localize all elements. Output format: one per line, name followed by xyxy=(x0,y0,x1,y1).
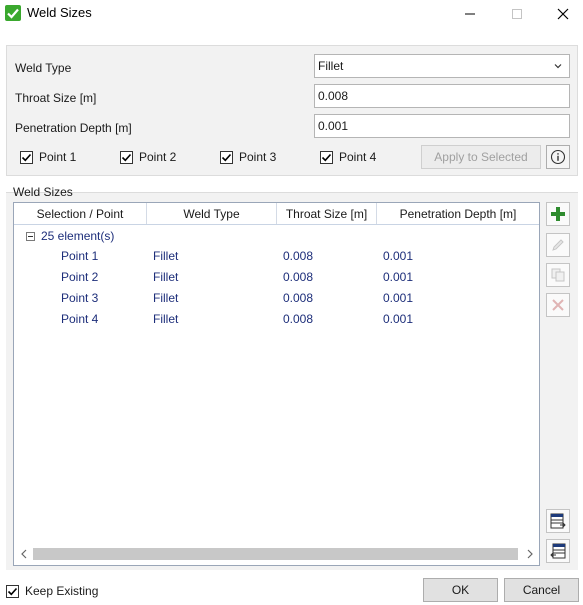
point-4-checkbox[interactable]: Point 4 xyxy=(320,150,376,164)
copy-icon xyxy=(551,268,565,282)
point-2-label: Point 2 xyxy=(139,150,177,164)
throat-size-label: Throat Size [m] xyxy=(15,91,97,105)
plus-icon xyxy=(551,207,565,221)
row-point: Point 2 xyxy=(61,270,99,284)
maximize-button xyxy=(494,0,540,27)
pencil-icon xyxy=(552,239,564,251)
cancel-button[interactable]: Cancel xyxy=(504,578,579,602)
point-4-label: Point 4 xyxy=(339,150,377,164)
horizontal-scrollbar[interactable] xyxy=(15,545,538,563)
import-button[interactable] xyxy=(546,509,570,533)
delete-icon xyxy=(552,299,564,311)
throat-size-input[interactable]: 0.008 xyxy=(314,84,570,108)
point-3-checkbox[interactable]: Point 3 xyxy=(220,150,276,164)
column-header-selection[interactable]: Selection / Point xyxy=(14,203,147,224)
weld-type-value: Fillet xyxy=(318,59,344,73)
column-header-weld-type[interactable]: Weld Type xyxy=(147,203,277,224)
weld-sizes-group-title: Weld Sizes xyxy=(13,185,73,199)
scrollbar-thumb[interactable] xyxy=(33,548,518,560)
row-penetration-depth: 0.001 xyxy=(383,249,414,263)
add-button[interactable] xyxy=(546,202,570,226)
close-button[interactable] xyxy=(540,0,583,27)
scroll-right-icon[interactable] xyxy=(524,548,536,560)
info-icon xyxy=(550,149,566,165)
checkbox-check-icon xyxy=(220,150,233,164)
checkbox-check-icon xyxy=(120,150,133,164)
row-point: Point 4 xyxy=(61,312,99,326)
row-throat-size: 0.008 xyxy=(283,249,314,263)
row-penetration-depth: 0.001 xyxy=(383,270,414,284)
row-throat-size: 0.008 xyxy=(283,291,314,305)
keep-existing-checkbox[interactable]: Keep Existing xyxy=(6,584,98,598)
row-weld-type: Fillet xyxy=(153,312,179,326)
table-row[interactable]: Point 1 Fillet 0.008 0.001 xyxy=(14,246,539,267)
delete-button[interactable] xyxy=(546,293,570,317)
point-2-checkbox[interactable]: Point 2 xyxy=(120,150,176,164)
row-throat-size: 0.008 xyxy=(283,270,314,284)
table-row[interactable]: Point 3 Fillet 0.008 0.001 xyxy=(14,288,539,309)
point-1-checkbox[interactable]: Point 1 xyxy=(20,150,76,164)
column-header-penetration-depth[interactable]: Penetration Depth [m] xyxy=(377,203,539,224)
minimize-icon xyxy=(465,13,475,14)
table-header: Selection / Point Weld Type Throat Size … xyxy=(14,203,539,225)
apply-to-selected-button[interactable]: Apply to Selected xyxy=(421,145,541,169)
title-bar: Weld Sizes xyxy=(0,0,583,27)
tree-group-row[interactable]: 25 element(s) xyxy=(26,229,114,243)
weld-type-select[interactable]: Fillet xyxy=(314,54,570,78)
point-3-label: Point 3 xyxy=(239,150,277,164)
table-row[interactable]: Point 2 Fillet 0.008 0.001 xyxy=(14,267,539,288)
row-weld-type: Fillet xyxy=(153,270,179,284)
checkbox-check-icon xyxy=(320,150,333,164)
point-1-label: Point 1 xyxy=(39,150,77,164)
row-throat-size: 0.008 xyxy=(283,312,314,326)
row-point: Point 1 xyxy=(61,249,99,263)
checkbox-check-icon xyxy=(20,150,33,164)
minimize-button[interactable] xyxy=(447,0,493,27)
row-point: Point 3 xyxy=(61,291,99,305)
edit-button[interactable] xyxy=(546,233,570,257)
weld-type-label: Weld Type xyxy=(15,61,72,75)
table-row[interactable]: Point 4 Fillet 0.008 0.001 xyxy=(14,309,539,330)
app-check-icon xyxy=(5,5,21,21)
penetration-depth-label: Penetration Depth [m] xyxy=(15,121,132,135)
close-icon xyxy=(557,8,569,19)
export-table-icon xyxy=(550,543,566,559)
info-button[interactable] xyxy=(546,145,570,169)
row-weld-type: Fillet xyxy=(153,291,179,305)
keep-existing-label: Keep Existing xyxy=(25,584,99,598)
row-penetration-depth: 0.001 xyxy=(383,291,414,305)
ok-button[interactable]: OK xyxy=(423,578,498,602)
checkbox-check-icon xyxy=(6,584,19,598)
maximize-icon xyxy=(512,8,522,19)
row-weld-type: Fillet xyxy=(153,249,179,263)
import-table-icon xyxy=(550,513,566,529)
weld-sizes-table[interactable]: Selection / Point Weld Type Throat Size … xyxy=(13,202,540,566)
group-label: 25 element(s) xyxy=(41,229,115,243)
column-header-throat-size[interactable]: Throat Size [m] xyxy=(277,203,377,224)
export-button[interactable] xyxy=(546,539,570,563)
collapse-icon[interactable] xyxy=(26,231,35,241)
scroll-left-icon[interactable] xyxy=(18,548,30,560)
chevron-down-icon xyxy=(553,60,563,74)
penetration-depth-input[interactable]: 0.001 xyxy=(314,114,570,138)
weld-parameters-panel: Weld Type Fillet Throat Size [m] 0.008 P… xyxy=(6,45,578,176)
row-penetration-depth: 0.001 xyxy=(383,312,414,326)
window-title: Weld Sizes xyxy=(27,5,92,20)
copy-button[interactable] xyxy=(546,263,570,287)
